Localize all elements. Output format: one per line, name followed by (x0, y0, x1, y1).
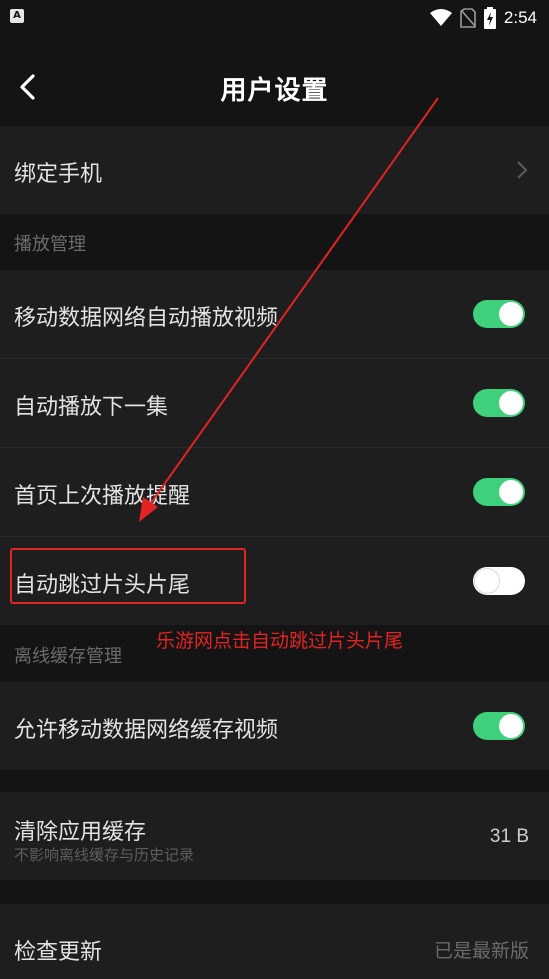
toggle-last-play-reminder[interactable] (473, 478, 525, 506)
toggle-knob (499, 714, 523, 738)
toggle-knob (499, 302, 523, 326)
status-bar: A 2:54 (0, 0, 549, 36)
cache-size-value: 31 B (489, 826, 529, 847)
app-notification-icon: A (10, 9, 24, 23)
toggle-autoplay-next[interactable] (473, 389, 525, 417)
setting-label: 移动数据网络自动播放视频 (14, 306, 279, 331)
clear-cache-label: 清除应用缓存 (14, 820, 147, 845)
wifi-icon (429, 9, 452, 26)
section-title-offline: 离线缓存管理 (14, 646, 122, 667)
toggle-knob (475, 569, 499, 593)
toggle-mobile-autoplay[interactable] (473, 300, 525, 328)
toggle-skip-intro-outro[interactable] (473, 567, 525, 595)
setting-label: 自动播放下一集 (14, 395, 169, 420)
check-update-label: 检查更新 (14, 940, 103, 965)
setting-label: 首页上次播放提醒 (14, 484, 191, 509)
setting-label: 允许移动数据网络缓存视频 (14, 718, 279, 743)
clear-cache-sublabel: 不影响离线缓存与历史记录 (14, 846, 195, 864)
status-icons: 2:54 (429, 6, 537, 30)
toggle-mobile-cache[interactable] (473, 712, 525, 740)
update-status-value: 已是最新版 (433, 940, 529, 962)
setting-row-mobile-autoplay: 移动数据网络自动播放视频 (0, 270, 549, 358)
page-title: 用户设置 (220, 76, 329, 106)
chevron-right-icon (517, 161, 528, 179)
setting-row-last-play-reminder: 首页上次播放提醒 (0, 448, 549, 536)
highlight-box (10, 548, 246, 604)
battery-charging-icon (483, 7, 496, 29)
bind-phone-label: 绑定手机 (14, 162, 103, 187)
clock: 2:54 (503, 8, 537, 27)
setting-row-autoplay-next: 自动播放下一集 (0, 359, 549, 447)
no-sim-icon (460, 8, 476, 28)
clear-cache-row[interactable]: 清除应用缓存 不影响离线缓存与历史记录 31 B (0, 792, 549, 880)
bind-phone-row[interactable]: 绑定手机 (0, 126, 549, 214)
section-title-playback: 播放管理 (14, 234, 86, 255)
setting-row-mobile-cache: 允许移动数据网络缓存视频 (0, 682, 549, 770)
annotation-text: 乐游网点击自动跳过片头片尾 (156, 630, 404, 652)
toggle-knob (499, 391, 523, 415)
top-bar: 用户设置 (0, 36, 549, 126)
check-update-row[interactable]: 检查更新 已是最新版 (0, 904, 549, 979)
toggle-knob (499, 480, 523, 504)
